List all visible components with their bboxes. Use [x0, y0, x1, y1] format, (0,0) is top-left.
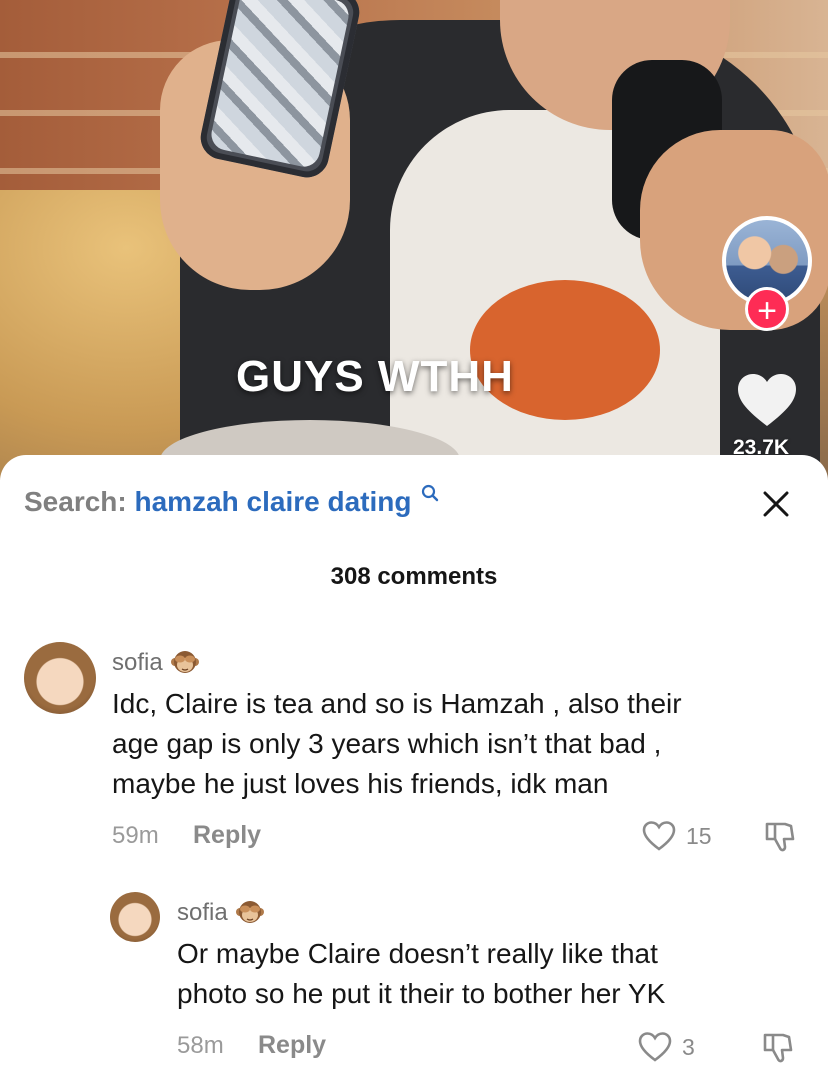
comment-timestamp: 59m: [112, 822, 159, 849]
video-player[interactable]: [0, 0, 828, 480]
search-label: Search:: [24, 486, 127, 517]
avatar[interactable]: [24, 642, 96, 714]
avatar[interactable]: [110, 892, 160, 942]
video-caption: GUYS WTHH: [236, 352, 514, 401]
comment-line: Or maybe Claire doesn’t really like that: [177, 938, 658, 969]
search-icon: [422, 484, 439, 502]
comment-line: photo so he put it their to bother her Y…: [177, 978, 666, 1009]
dislike-icon[interactable]: [761, 1031, 795, 1065]
comment-username[interactable]: sofia: [177, 898, 265, 927]
heart-icon[interactable]: [637, 1031, 673, 1063]
see-no-evil-monkey-icon: [236, 901, 265, 923]
comment-like-count: 3: [682, 1034, 695, 1060]
reply-button[interactable]: Reply: [193, 821, 261, 850]
username-text: sofia: [112, 649, 163, 676]
reply-button[interactable]: Reply: [258, 1031, 326, 1060]
heart-icon[interactable]: [736, 372, 798, 428]
comment-line: Idc, Claire is tea and so is Hamzah , al…: [112, 688, 682, 719]
heart-icon[interactable]: [641, 820, 677, 852]
follow-button[interactable]: +: [745, 287, 789, 331]
dislike-icon[interactable]: [763, 820, 797, 854]
comment-line: maybe he just loves his friends, idk man: [112, 768, 609, 799]
username-text: sofia: [177, 899, 228, 926]
comment-text: Or maybe Claire doesn’t really like that…: [177, 934, 665, 1014]
comment-timestamp: 58m: [177, 1032, 224, 1059]
comment-username[interactable]: sofia: [112, 648, 200, 677]
comment-count: 308 comments: [330, 563, 498, 590]
see-no-evil-monkey-icon: [171, 651, 200, 673]
search-suggestion[interactable]: Search: hamzah claire dating: [24, 484, 439, 518]
comment-line: age gap is only 3 years which isn’t that…: [112, 728, 662, 759]
comment-text: Idc, Claire is tea and so is Hamzah , al…: [112, 684, 682, 804]
search-term-link[interactable]: hamzah claire dating: [135, 486, 412, 517]
comment-like-count: 15: [686, 823, 712, 849]
close-icon[interactable]: [760, 488, 792, 520]
